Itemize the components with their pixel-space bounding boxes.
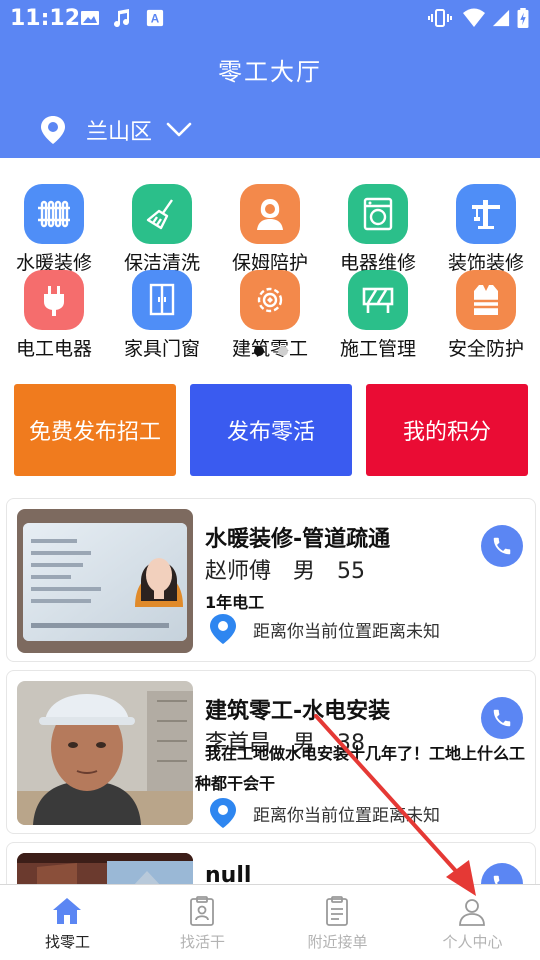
worker-age: 55: [337, 559, 366, 584]
category-plumbing[interactable]: 水暖装修: [0, 184, 108, 274]
category-construction-labor[interactable]: 建筑零工: [216, 270, 324, 360]
worker-info: 赵师傅男 55: [205, 553, 387, 585]
call-button[interactable]: [481, 697, 523, 739]
category-label: 安全防护: [447, 338, 524, 360]
location-pin-icon: [210, 798, 236, 828]
worker-description: 1年电工: [205, 593, 265, 612]
category-safety[interactable]: 安全防护: [432, 270, 540, 360]
nav-find-workers[interactable]: 找零工: [0, 885, 135, 960]
app-header: 11:12 A 零工大厅 兰山区: [0, 0, 540, 158]
job-title: 建筑零工-水电安装: [205, 699, 391, 724]
phone-icon: [493, 537, 511, 555]
chevron-down-icon: [166, 122, 192, 137]
category-cleaning[interactable]: 保洁清洗: [108, 184, 216, 274]
construction-icon: [348, 270, 408, 330]
category-label: 电工电器: [15, 338, 92, 360]
worker-card[interactable]: 水暖装修-管道疏通 赵师傅男 55 1年电工 距离你当前位置距离未知: [6, 498, 536, 662]
crane-icon: [456, 184, 516, 244]
action-buttons: 免费发布招工 发布零活 我的积分: [14, 384, 528, 476]
safety-vest-icon: [456, 270, 516, 330]
battery-charging-icon: [517, 8, 529, 28]
call-button[interactable]: [481, 525, 523, 567]
clipboard-user-icon: [190, 896, 214, 926]
broom-icon: [132, 184, 192, 244]
radiator-icon: [24, 184, 84, 244]
app-notification-icon: A: [146, 9, 164, 27]
wifi-icon: [463, 8, 485, 27]
category-decoration[interactable]: 装饰装修: [432, 184, 540, 274]
post-recruitment-button[interactable]: 免费发布招工: [14, 384, 176, 476]
plug-icon: [24, 270, 84, 330]
worker-gender: 男: [293, 559, 316, 584]
worker-photo: [17, 681, 193, 825]
document-icon: [326, 896, 348, 926]
wardrobe-icon: [132, 270, 192, 330]
distance-info: 距离你当前位置距离未知: [209, 613, 440, 645]
pager-dot: [278, 346, 288, 356]
category-electrician[interactable]: 电工电器: [0, 270, 108, 360]
category-label: 施工管理: [339, 338, 416, 360]
user-icon: [459, 899, 485, 926]
nav-label: 找活干: [179, 933, 225, 951]
nav-nearby-orders[interactable]: 附近接单: [270, 885, 405, 960]
category-furniture[interactable]: 家具门窗: [108, 270, 216, 360]
location-selector[interactable]: 兰山区: [40, 112, 192, 148]
category-nanny[interactable]: 保姆陪护: [216, 184, 324, 274]
status-time: 11:12: [10, 6, 81, 31]
category-pager: [254, 346, 294, 358]
svg-text:A: A: [151, 13, 160, 26]
music-notification-icon: [114, 9, 130, 28]
signal-icon: [492, 9, 510, 27]
status-bar: 11:12 A: [0, 0, 540, 36]
home-icon: [53, 898, 81, 924]
washing-machine-icon: [348, 184, 408, 244]
image-notification-icon: [81, 11, 99, 25]
location-pin-icon: [210, 614, 236, 644]
pager-dot-active: [254, 346, 264, 356]
bottom-navigation: 找零工 找活干 附近接单 个人中心: [0, 884, 540, 960]
worker-card[interactable]: 建筑零工-水电安装 李首昌男 38 我在工地做水电安装十几年了！工地上什么工种都干…: [6, 670, 536, 834]
page-title: 零工大厅: [218, 58, 322, 86]
location-label: 兰山区: [86, 120, 153, 145]
distance-text: 距离你当前位置距离未知: [253, 621, 440, 642]
my-points-button[interactable]: 我的积分: [366, 384, 528, 476]
job-title: 水暖装修-管道疏通: [205, 527, 391, 552]
category-appliance-repair[interactable]: 电器维修: [324, 184, 432, 274]
post-gig-button[interactable]: 发布零活: [190, 384, 352, 476]
nav-find-jobs[interactable]: 找活干: [135, 885, 270, 960]
nav-label: 附近接单: [307, 933, 368, 951]
phone-icon: [493, 709, 511, 727]
worker-name: 赵师傅: [205, 559, 272, 584]
distance-text: 距离你当前位置距离未知: [253, 805, 440, 826]
category-site-management[interactable]: 施工管理: [324, 270, 432, 360]
worker-description: 我在工地做水电安装十几年了！工地上什么工种都干会干: [195, 744, 526, 793]
category-label: 家具门窗: [123, 338, 200, 360]
distance-info: 距离你当前位置距离未知: [209, 797, 440, 829]
nanny-icon: [240, 184, 300, 244]
nav-profile[interactable]: 个人中心: [405, 885, 540, 960]
id-card-photo: [17, 509, 193, 653]
nav-label: 个人中心: [442, 933, 503, 951]
nav-label: 找零工: [44, 933, 90, 951]
gear-icon: [240, 270, 300, 330]
vibrate-icon: [428, 9, 452, 27]
location-pin-icon: [41, 116, 65, 144]
